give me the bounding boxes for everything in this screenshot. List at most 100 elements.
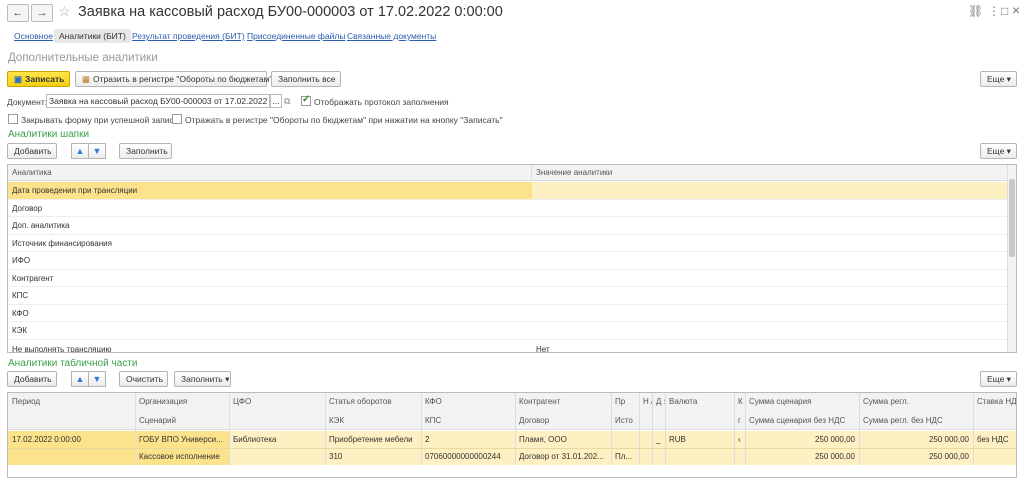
- table-fill-dropdown-button[interactable]: Заполнить ▾: [174, 371, 231, 387]
- table-row[interactable]: Доп. аналитика: [8, 217, 1008, 235]
- reflect-on-save-label: Отражать в регистре "Обороты по бюджетам…: [185, 115, 503, 125]
- source-cell[interactable]: Пл...: [611, 452, 639, 461]
- column-header-cfo[interactable]: ЦФО: [229, 397, 325, 406]
- column-header-regl-sum[interactable]: Сумма регл.: [859, 397, 973, 406]
- scenario-cell[interactable]: Кассовое исполнение: [135, 452, 229, 461]
- column-header-scenario[interactable]: Сценарий: [135, 416, 229, 425]
- tab-main[interactable]: Основное: [14, 31, 53, 41]
- organization-cell[interactable]: ГОБУ ВПО Универси...: [135, 435, 229, 444]
- d-cell[interactable]: _: [652, 435, 665, 444]
- analytic-value-cell[interactable]: [532, 217, 1008, 234]
- table-row[interactable]: Договор: [8, 200, 1008, 217]
- maximize-icon[interactable]: □: [1001, 4, 1008, 18]
- table-add-button[interactable]: Добавить: [7, 371, 57, 387]
- column-header-period[interactable]: Период: [8, 397, 135, 406]
- column-header-source[interactable]: Исто: [611, 416, 639, 425]
- column-header-contract[interactable]: Договор: [515, 416, 611, 425]
- table-move-up-button[interactable]: ▲: [71, 371, 89, 387]
- analytic-value-cell[interactable]: [532, 252, 1008, 269]
- header-more-button[interactable]: Еще ▾: [980, 143, 1017, 159]
- column-header-d[interactable]: Д з: [652, 397, 665, 406]
- tab-related-documents[interactable]: Связанные документы: [347, 31, 436, 41]
- header-move-up-button[interactable]: ▲: [71, 143, 89, 159]
- header-add-button[interactable]: Добавить: [7, 143, 57, 159]
- column-header-kps[interactable]: КПС: [421, 416, 515, 425]
- analytic-value-cell[interactable]: [532, 305, 1008, 322]
- k-cell[interactable]: ‹: [734, 435, 745, 444]
- table-row[interactable]: Не выполнять трансляцию Нет: [8, 340, 1008, 353]
- analytic-value-cell[interactable]: [532, 287, 1008, 304]
- column-header-n[interactable]: Н /: [639, 397, 652, 406]
- forward-button[interactable]: →: [31, 4, 53, 22]
- table-row[interactable]: КФО: [8, 305, 1008, 322]
- reflect-register-button[interactable]: ▦ Отразить в регистре "Обороты по бюджета…: [75, 71, 272, 87]
- kfo-cell[interactable]: 2: [421, 435, 515, 444]
- column-header-k[interactable]: К о: [734, 397, 745, 406]
- kps-cell[interactable]: 07060000000000244: [421, 452, 515, 461]
- document-field[interactable]: Заявка на кассовый расход БУ00-000003 от…: [46, 94, 270, 108]
- analytic-value-cell[interactable]: [532, 270, 1008, 287]
- column-header-turnover-item[interactable]: Статья оборотов: [325, 397, 421, 406]
- document-select-button[interactable]: ...: [270, 94, 282, 108]
- column-header-kfo[interactable]: КФО: [421, 397, 515, 406]
- analytic-value-cell[interactable]: [532, 182, 1008, 199]
- reflect-on-save-checkbox[interactable]: [172, 114, 182, 124]
- close-form-checkbox[interactable]: [8, 114, 18, 124]
- table-move-down-button[interactable]: ▼: [88, 371, 106, 387]
- open-document-icon[interactable]: ⧉: [284, 96, 290, 107]
- header-move-down-button[interactable]: ▼: [88, 143, 106, 159]
- period-cell[interactable]: 17.02.2022 0:00:00: [8, 435, 135, 444]
- column-header-regl-sum-no-vat[interactable]: Сумма регл. без НДС: [859, 416, 973, 425]
- vat-rate-cell[interactable]: без НДС: [973, 435, 1016, 444]
- column-header-pr[interactable]: Пр: [611, 397, 639, 406]
- table-row[interactable]: Контрагент: [8, 270, 1008, 287]
- turnover-item-cell[interactable]: Приобретение мебели: [325, 435, 421, 444]
- column-header-counterparty[interactable]: Контрагент: [515, 397, 611, 406]
- regl-sum-cell[interactable]: 250 000,00: [859, 435, 973, 444]
- save-button[interactable]: ▣ Записать: [7, 71, 70, 87]
- column-header-scenario-sum-no-vat[interactable]: Сумма сценария без НДС: [745, 416, 859, 425]
- favorite-star-icon[interactable]: ☆: [58, 3, 71, 20]
- column-header-vat-rate[interactable]: Ставка НД: [973, 397, 1016, 406]
- regl-sum-no-vat-cell[interactable]: 250 000,00: [859, 452, 973, 461]
- more-button[interactable]: Еще ▾: [980, 71, 1017, 87]
- scenario-sum-cell[interactable]: 250 000,00: [745, 435, 859, 444]
- column-header-scenario-sum[interactable]: Сумма сценария: [745, 397, 859, 406]
- column-header-kek[interactable]: КЭК: [325, 416, 421, 425]
- table-row[interactable]: Дата проведения при трансляции: [8, 182, 1008, 200]
- cfo-cell[interactable]: Библиотека: [229, 435, 325, 444]
- column-header-organization[interactable]: Организация: [135, 397, 229, 406]
- table-row[interactable]: ИФО: [8, 252, 1008, 270]
- column-header-g[interactable]: г: [734, 416, 745, 425]
- counterparty-cell[interactable]: Пламя, ООО: [515, 435, 611, 444]
- analytic-value-cell[interactable]: Нет: [532, 341, 1008, 353]
- column-header-analytic-value[interactable]: Значение аналитики: [532, 165, 1008, 181]
- link-icon[interactable]: ⛓: [968, 4, 983, 18]
- header-fill-button[interactable]: Заполнить: [119, 143, 172, 159]
- table-row[interactable]: КПС: [8, 287, 1008, 305]
- table-more-button[interactable]: Еще ▾: [980, 371, 1017, 387]
- currency-cell[interactable]: RUB: [665, 435, 734, 444]
- table-clear-button[interactable]: Очистить: [119, 371, 168, 387]
- column-header-analytic[interactable]: Аналитика: [8, 165, 532, 181]
- tab-posting-result[interactable]: Результат проведения (БИТ): [132, 31, 245, 41]
- kek-cell[interactable]: 310: [325, 452, 421, 461]
- scrollbar-thumb[interactable]: [1009, 179, 1015, 257]
- close-icon[interactable]: ×: [1012, 2, 1020, 18]
- tab-analytics-bit[interactable]: Аналитики (БИТ): [54, 29, 131, 43]
- contract-cell[interactable]: Договор от 31.01.202...: [515, 452, 611, 461]
- analytic-value-cell[interactable]: [532, 235, 1008, 252]
- fill-all-button[interactable]: Заполнить все: [271, 71, 341, 87]
- analytic-value-cell[interactable]: [532, 200, 1008, 217]
- analytic-name-cell: Доп. аналитика: [12, 221, 70, 230]
- back-button[interactable]: ←: [7, 4, 29, 22]
- header-table-scrollbar[interactable]: [1007, 165, 1016, 352]
- scenario-sum-no-vat-cell[interactable]: 250 000,00: [745, 452, 859, 461]
- table-row[interactable]: Источник финансирования: [8, 235, 1008, 252]
- tab-attached-files[interactable]: Присоединенные файлы: [247, 31, 345, 41]
- analytic-value-cell[interactable]: [532, 322, 1008, 339]
- show-protocol-checkbox[interactable]: [301, 94, 311, 106]
- column-header-currency[interactable]: Валюта: [665, 397, 734, 406]
- table-row[interactable]: КЭК: [8, 322, 1008, 340]
- more-menu-icon[interactable]: ⋮: [988, 4, 1000, 18]
